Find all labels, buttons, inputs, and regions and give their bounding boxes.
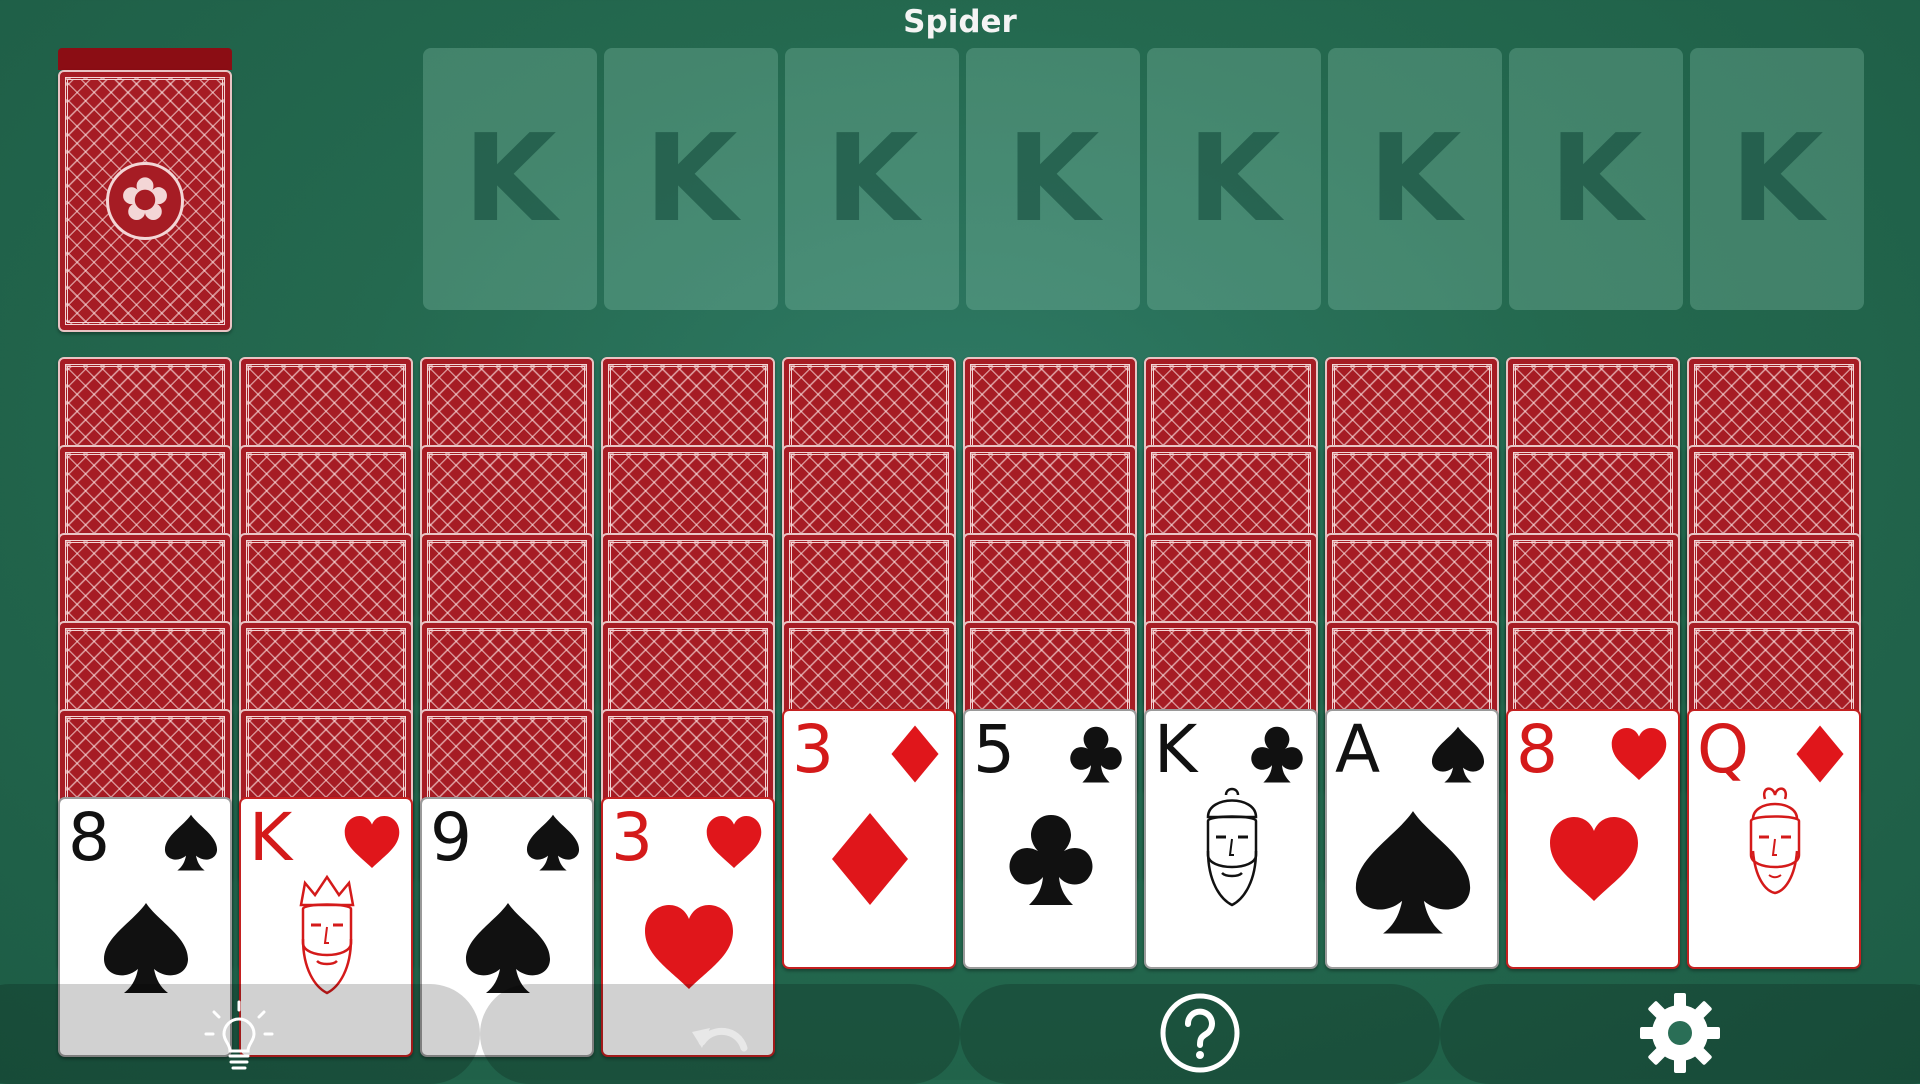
heart-icon (645, 905, 733, 989)
stock-tab (58, 48, 232, 70)
game-title: Spider (903, 4, 1017, 40)
card-rank: 3 (792, 711, 834, 788)
gear-icon (1640, 993, 1720, 1073)
help-button[interactable] (1155, 988, 1245, 1078)
face-up-card[interactable]: 3 (782, 709, 956, 969)
face-up-card[interactable]: A (1325, 709, 1499, 969)
spade-icon (104, 903, 188, 993)
foundation-slot[interactable]: K (1690, 48, 1864, 310)
foundation-label: K (1730, 109, 1824, 249)
diamond-icon (832, 813, 908, 905)
card-rank: 5 (973, 711, 1015, 788)
undo-icon (692, 1027, 748, 1052)
card-rank: 8 (1516, 711, 1558, 788)
face-up-card[interactable]: K (1144, 709, 1318, 969)
spade-icon (1431, 726, 1485, 783)
card-rank: A (1335, 711, 1381, 788)
undo-button[interactable] (676, 988, 766, 1078)
face-up-card[interactable]: Q (1687, 709, 1861, 969)
diamond-icon (891, 725, 939, 783)
flower-emblem-icon (106, 162, 184, 240)
foundation-slot[interactable]: K (785, 48, 959, 310)
card-rank: K (249, 799, 293, 876)
foundation-label: K (644, 109, 738, 249)
spade-icon (164, 814, 218, 871)
foundation-label: K (1368, 109, 1462, 249)
card-rank: 8 (68, 799, 110, 876)
card-rank: 3 (611, 799, 653, 876)
stock-pile[interactable] (58, 70, 232, 332)
foundation-slot[interactable]: K (1328, 48, 1502, 310)
heart-icon (344, 815, 400, 869)
club-icon (1070, 726, 1122, 783)
diamond-icon (1796, 725, 1844, 783)
face-portrait-icon (1749, 787, 1801, 895)
spade-icon (466, 903, 550, 993)
foundation-slot[interactable]: K (423, 48, 597, 310)
foundation-label: K (1549, 109, 1643, 249)
spade-icon (526, 814, 580, 871)
foundation-slot[interactable]: K (1147, 48, 1321, 310)
club-icon (1251, 726, 1303, 783)
foundation-label: K (1006, 109, 1100, 249)
foundation-slot[interactable]: K (604, 48, 778, 310)
card-rank: 9 (430, 799, 472, 876)
heart-icon (1550, 817, 1638, 901)
heart-icon (1611, 727, 1667, 781)
card-rank: K (1154, 711, 1198, 788)
foundation-label: K (825, 109, 919, 249)
foundation-label: K (1187, 109, 1281, 249)
foundation-slot[interactable]: K (966, 48, 1140, 310)
spade-icon (1355, 811, 1471, 934)
hint-button[interactable] (194, 988, 284, 1078)
face-up-card[interactable]: 8 (1506, 709, 1680, 969)
question-icon (1160, 993, 1240, 1073)
foundation-label: K (463, 109, 557, 249)
face-portrait-icon (1206, 787, 1258, 907)
lightbulb-icon (204, 1000, 274, 1070)
foundation-slot[interactable]: K (1509, 48, 1683, 310)
card-rank: Q (1697, 711, 1749, 788)
heart-icon (706, 815, 762, 869)
settings-button[interactable] (1635, 988, 1725, 1078)
club-icon (1009, 815, 1093, 905)
face-up-card[interactable]: 5 (963, 709, 1137, 969)
